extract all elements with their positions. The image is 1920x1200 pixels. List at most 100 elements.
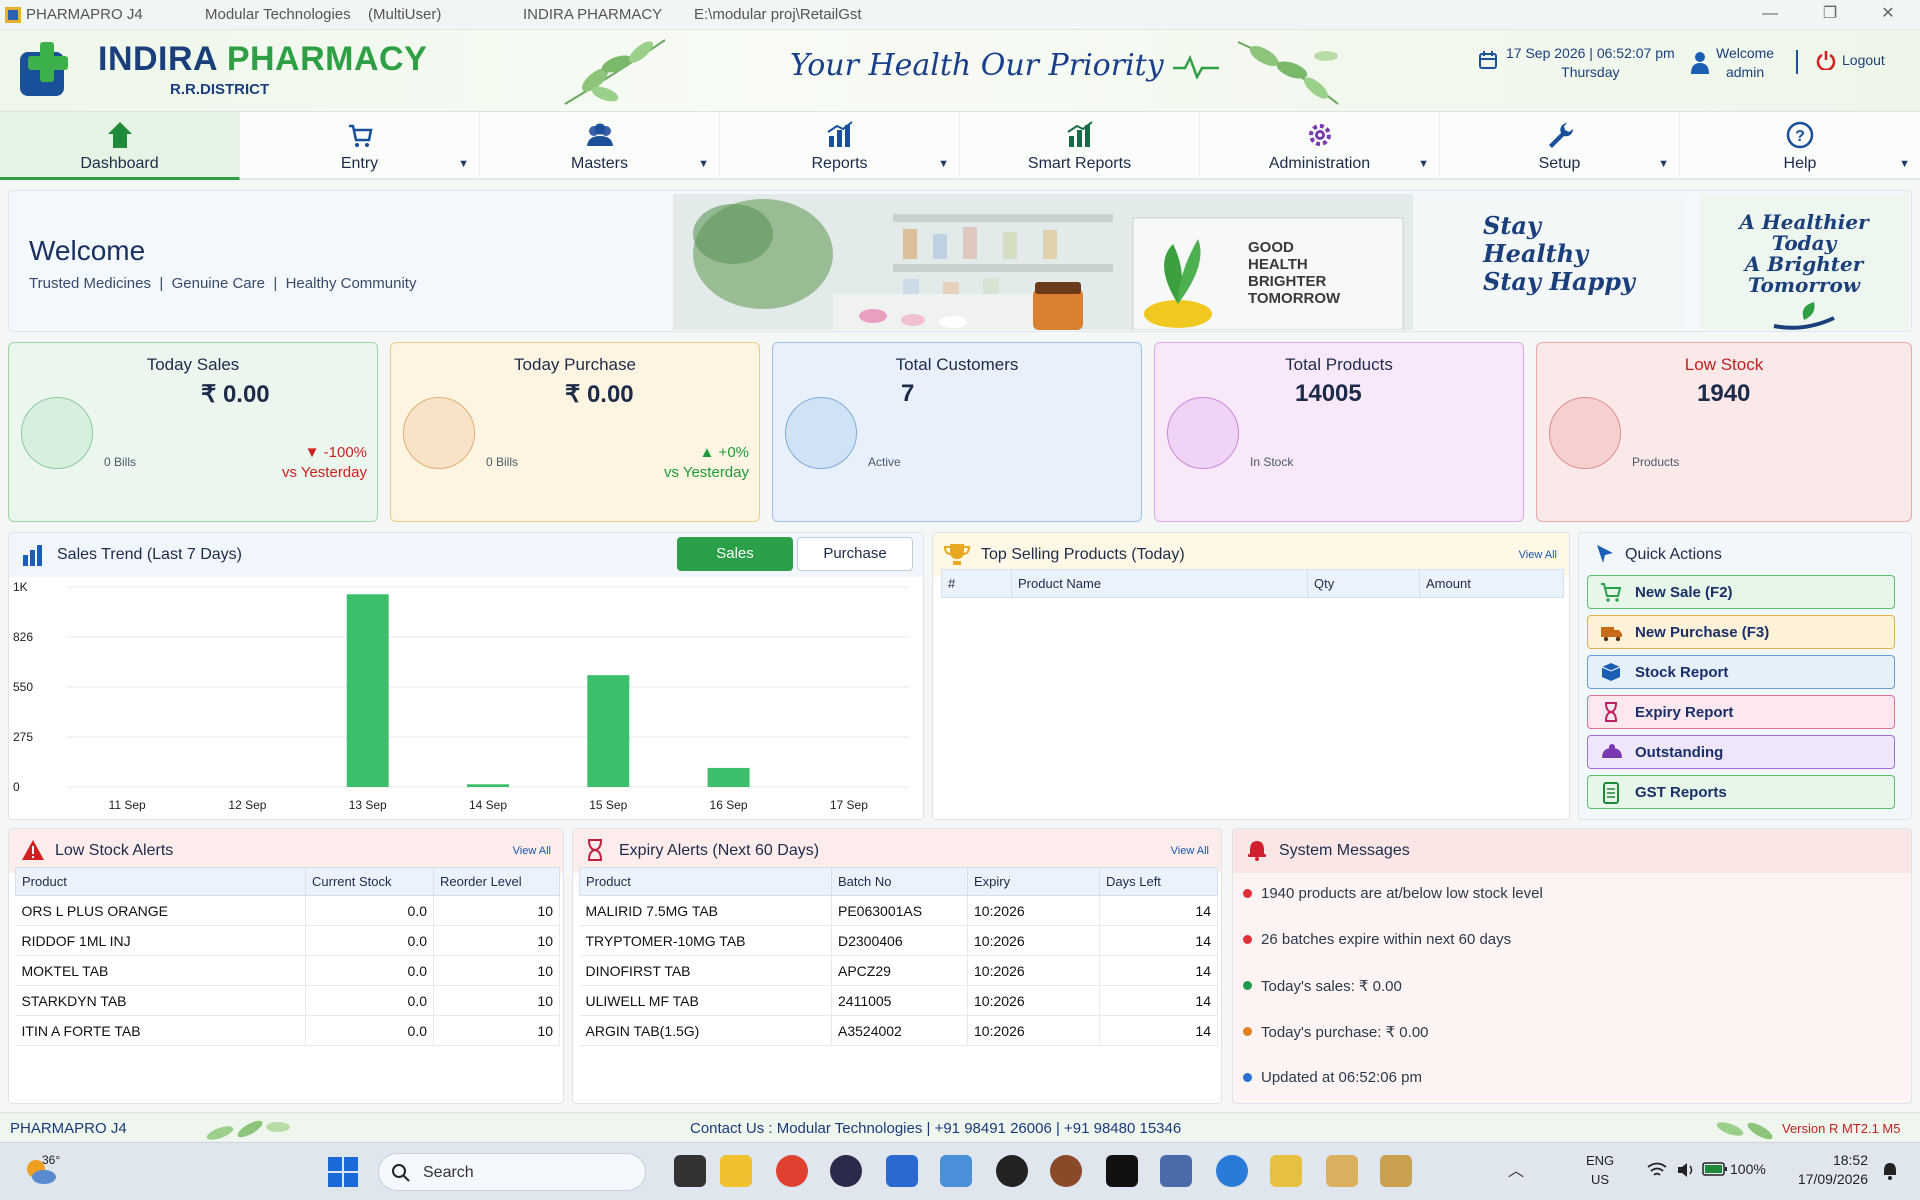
batch-cell: 2411005 [831, 985, 968, 1016]
app-icon [5, 7, 21, 23]
welcome-subtitle: Trusted Medicines | Genuine Care | Healt… [29, 275, 416, 292]
app-icon[interactable] [940, 1155, 972, 1187]
wifi-icon[interactable] [1646, 1161, 1668, 1179]
nav-setup[interactable]: Setup ▼ [1440, 112, 1680, 180]
table-row[interactable]: MOKTEL TAB 0.0 10 [15, 955, 560, 986]
sales-toggle-button[interactable]: Sales [677, 537, 793, 571]
app-icon[interactable] [830, 1155, 862, 1187]
datetime-text: 17 Sep 2026 | 06:52:07 pm [1506, 45, 1675, 61]
gst-reports-button[interactable]: GST Reports [1587, 775, 1895, 809]
view-all-link[interactable]: View All [513, 845, 551, 857]
users-icon [587, 123, 613, 146]
taskbar-search[interactable]: Search [378, 1153, 646, 1191]
hourglass-icon [1605, 702, 1617, 722]
close-button[interactable]: ✕ [1860, 0, 1916, 30]
view-all-link[interactable]: View All [1519, 549, 1557, 561]
card-sub: 0 Bills [104, 455, 137, 469]
nav-masters[interactable]: Masters ▼ [480, 112, 720, 180]
logout-link[interactable]: Logout [1842, 52, 1885, 68]
table-row[interactable]: DINOFIRST TAB APCZ29 10:2026 14 [579, 955, 1218, 986]
card-low-stock[interactable]: Low Stock 1940 Products [1536, 342, 1912, 522]
gear-icon [1309, 124, 1331, 146]
expiry-cell: 10:2026 [967, 925, 1100, 956]
column-header[interactable]: Expiry [967, 867, 1100, 896]
app-icon[interactable] [1270, 1155, 1302, 1187]
column-header[interactable]: Product [15, 867, 306, 896]
status-footer: PHARMAPRO J4 Contact Us : Modular Techno… [0, 1112, 1920, 1142]
file-explorer-icon[interactable] [720, 1155, 752, 1187]
column-header[interactable]: Amount [1419, 569, 1564, 598]
table-row[interactable]: TRYPTOMER-10MG TAB D2300406 10:2026 14 [579, 925, 1218, 956]
table-row[interactable]: RIDDOF 1ML INJ 0.0 10 [15, 925, 560, 956]
panel-title: Sales Trend (Last 7 Days) [57, 546, 242, 563]
card-today-sales[interactable]: Today Sales ₹ 0.00 0 Bills ▼ -100% vs Yes… [8, 342, 378, 522]
system-messages-panel: System Messages 1940 products are at/bel… [1232, 828, 1912, 1104]
column-header[interactable]: Product Name [1011, 569, 1308, 598]
nav-reports[interactable]: Reports ▼ [720, 112, 960, 180]
table-row[interactable]: ARGIN TAB(1.5G) A3524002 10:2026 14 [579, 1015, 1218, 1046]
language-indicator[interactable]: ENG US [1586, 1151, 1614, 1189]
new-purchase-button[interactable]: New Purchase (F3) [1587, 615, 1895, 649]
table-row[interactable]: ORS L PLUS ORANGE 0.0 10 [15, 895, 560, 926]
app-icon[interactable] [1160, 1155, 1192, 1187]
card-total-products[interactable]: Total Products 14005 In Stock [1154, 342, 1524, 522]
column-header[interactable]: # [941, 569, 1012, 598]
footer-version: Version R MT2.1 M5 [1782, 1121, 1901, 1136]
product-cell: MALIRID 7.5MG TAB [579, 895, 832, 926]
windows-taskbar: 36° Search ︿ ENG US 100% 18:52 17/09/2026 [0, 1142, 1920, 1200]
table-row[interactable]: MALIRID 7.5MG TAB PE063001AS 10:2026 14 [579, 895, 1218, 926]
tagline: Your Health Our Priority [790, 48, 1220, 83]
product-cell: STARKDYN TAB [15, 985, 306, 1016]
stock-report-button[interactable]: Stock Report [1587, 655, 1895, 689]
column-header[interactable]: Qty [1307, 569, 1420, 598]
outstanding-button[interactable]: Outstanding [1587, 735, 1895, 769]
product-cell: ITIN A FORTE TAB [15, 1015, 306, 1046]
dos-app-icon[interactable] [886, 1155, 918, 1187]
expiry-table: Product Batch No Expiry Days Left MALIRID 7… [579, 867, 1218, 1046]
table-row[interactable]: ULIWELL MF TAB 2411005 10:2026 14 [579, 985, 1218, 1016]
column-header[interactable]: Days Left [1099, 867, 1218, 896]
nav-dashboard[interactable]: Dashboard [0, 112, 240, 180]
new-sale-button[interactable]: New Sale (F2) [1587, 575, 1895, 609]
header-divider [1796, 50, 1798, 74]
maximize-button[interactable]: ❐ [1802, 0, 1858, 30]
sales-trend-panel: Sales Trend (Last 7 Days) Sales Purchase… [8, 532, 924, 820]
app-icon[interactable] [1216, 1155, 1248, 1187]
power-icon[interactable] [1816, 50, 1836, 70]
app-icon[interactable] [1326, 1155, 1358, 1187]
titlebar-company: Modular Technologies [205, 6, 351, 23]
taskbar-clock[interactable]: 18:52 17/09/2026 [1788, 1151, 1868, 1189]
card-total-customers[interactable]: Total Customers 7 Active [772, 342, 1142, 522]
expiry-report-button[interactable]: Expiry Report [1587, 695, 1895, 729]
bar-chart-icon [23, 545, 42, 566]
nav-entry[interactable]: Entry ▼ [240, 112, 480, 180]
battery-icon[interactable] [1702, 1161, 1728, 1177]
nav-administration[interactable]: Administration ▼ [1200, 112, 1440, 180]
windows-start-icon[interactable] [328, 1157, 358, 1187]
volume-icon[interactable] [1676, 1161, 1696, 1179]
lang-code: ENG [1586, 1153, 1615, 1168]
battery-percent: 100% [1730, 1161, 1766, 1177]
sales-trend-chart: 1K 826 550 275 0 11 Sep 12 Sep 13 Sep 14 Sep 15 S… [13, 580, 909, 812]
column-header[interactable]: Current Stock [305, 867, 434, 896]
column-header[interactable]: Product [579, 867, 832, 896]
column-header[interactable]: Batch No [831, 867, 968, 896]
notification-bell-icon[interactable] [1880, 1161, 1900, 1181]
app-icon[interactable] [1380, 1155, 1412, 1187]
table-row[interactable]: ITIN A FORTE TAB 0.0 10 [15, 1015, 560, 1046]
chrome-icon[interactable] [776, 1155, 808, 1187]
purchase-toggle-button[interactable]: Purchase [797, 537, 913, 571]
chatgpt-icon[interactable] [996, 1155, 1028, 1187]
nav-smart-reports[interactable]: Smart Reports [960, 112, 1200, 180]
app-icon[interactable] [1106, 1155, 1138, 1187]
app-icon[interactable] [1050, 1155, 1082, 1187]
minimize-button[interactable]: — [1742, 0, 1798, 30]
table-row[interactable]: STARKDYN TAB 0.0 10 [15, 985, 560, 1016]
nav-label: Masters [571, 155, 628, 172]
taskview-icon[interactable] [674, 1155, 706, 1187]
card-today-purchase[interactable]: Today Purchase ₹ 0.00 0 Bills ▲ +0% vs Ye… [390, 342, 760, 522]
nav-help[interactable]: ? Help ▼ [1680, 112, 1920, 180]
column-header[interactable]: Reorder Level [433, 867, 560, 896]
view-all-link[interactable]: View All [1171, 845, 1209, 857]
tray-chevron-icon[interactable]: ︿ [1508, 1157, 1524, 1181]
